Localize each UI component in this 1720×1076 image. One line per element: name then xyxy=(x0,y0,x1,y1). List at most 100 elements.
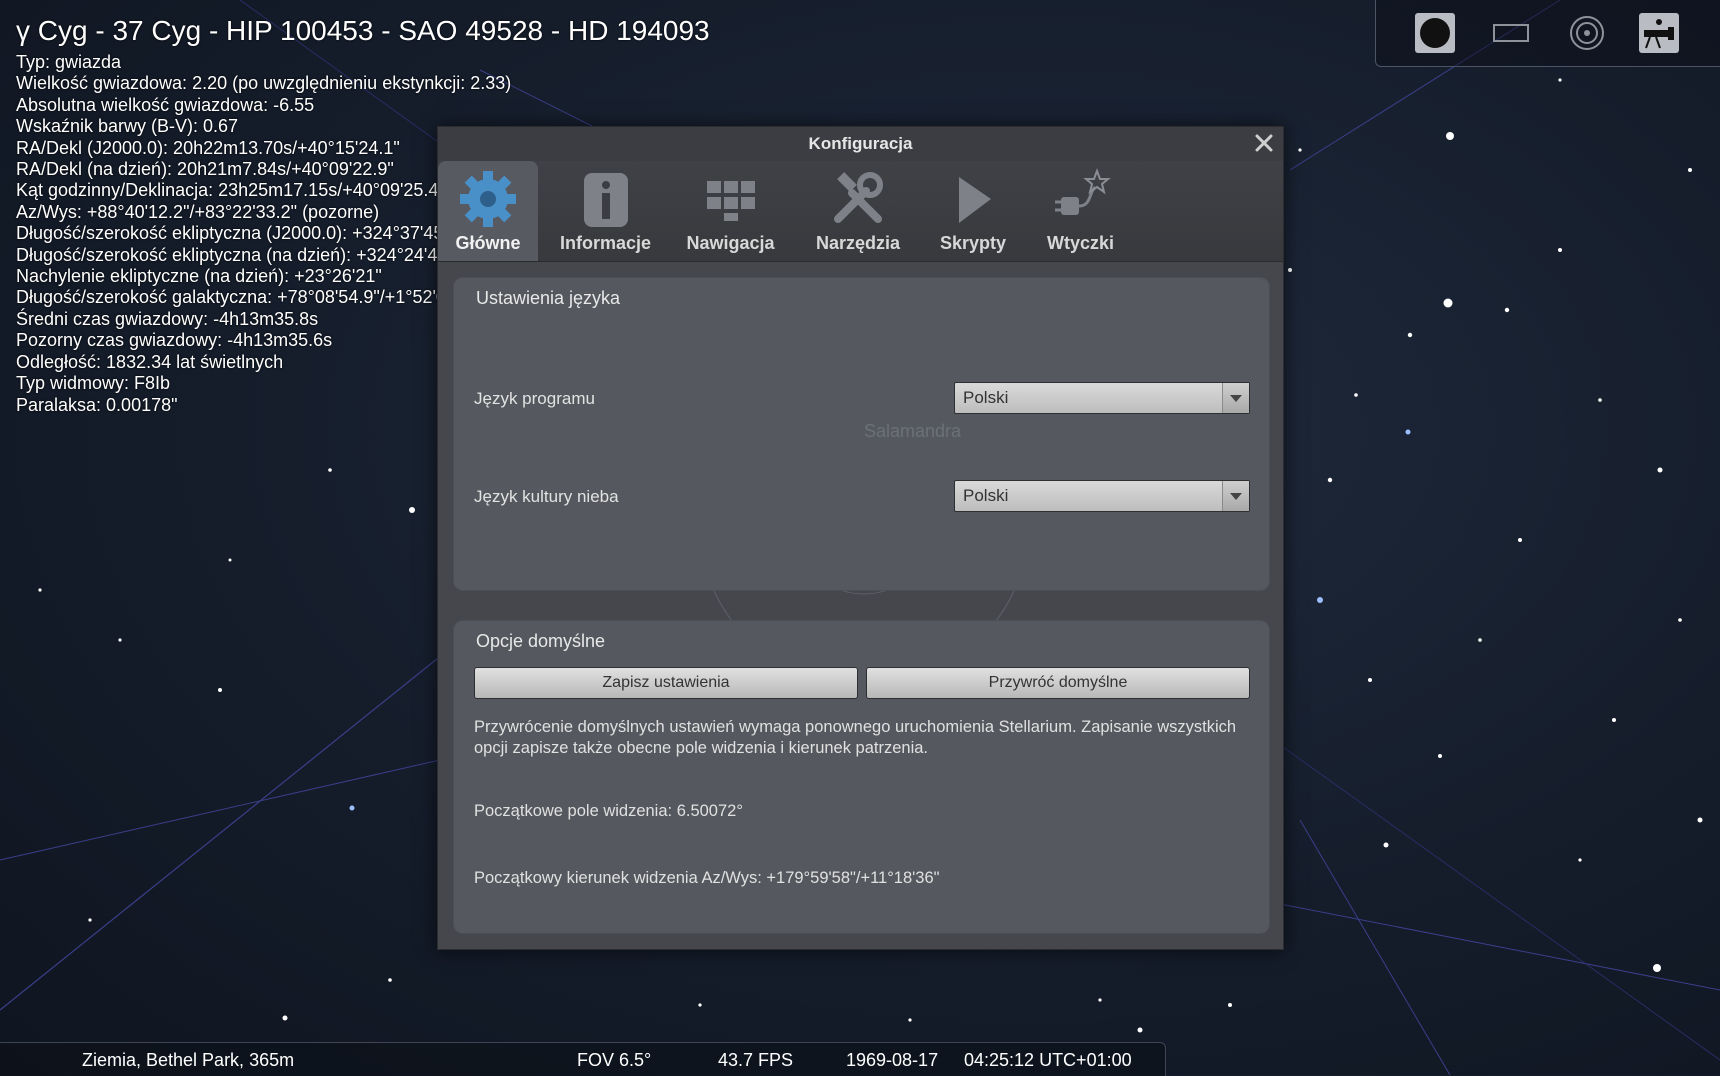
constellation-line xyxy=(1259,899,1720,991)
star xyxy=(1298,148,1302,152)
sky-culture-language-label: Język kultury nieba xyxy=(474,487,619,506)
info-absolute-magnitude: Absolutna wielkość gwiazdowa: -6.55 xyxy=(16,94,315,115)
star xyxy=(1446,132,1454,140)
time-text[interactable]: 04:25:12 UTC+01:00 xyxy=(964,1050,1132,1071)
configuration-dialog: Konfiguracja Główne Informacje Nawigacja… xyxy=(437,126,1284,950)
info-magnitude: Wielkość gwiazdowa: 2.20 (po uwzględnien… xyxy=(16,73,512,94)
telescope-icon xyxy=(1639,13,1679,53)
star xyxy=(1653,964,1661,972)
star xyxy=(698,1003,702,1007)
star xyxy=(118,638,122,642)
star xyxy=(1518,538,1522,542)
tab-bar: Główne Informacje Nawigacja Narzędzia Sk… xyxy=(438,161,1283,262)
star xyxy=(1443,298,1453,308)
select-value: Polski xyxy=(963,486,1009,505)
keyboard-icon xyxy=(706,181,755,221)
ocular-button[interactable] xyxy=(1566,12,1608,54)
star xyxy=(1098,998,1102,1002)
star xyxy=(328,468,332,472)
restore-note: Przywrócenie domyślnych ustawień wymaga … xyxy=(474,718,1237,757)
location-text[interactable]: Ziemia, Bethel Park, 365m xyxy=(82,1050,294,1071)
star xyxy=(1407,332,1413,338)
star xyxy=(228,558,232,562)
star xyxy=(1327,477,1333,483)
close-button[interactable] xyxy=(1253,132,1275,154)
constellation-line xyxy=(1299,819,1451,1075)
default-options-group: Opcje domyślne Zapisz ustawienia Przywró… xyxy=(453,620,1270,934)
star xyxy=(38,588,42,592)
info-type: Typ: gwiazda xyxy=(16,52,122,72)
telescope-button[interactable] xyxy=(1638,12,1680,54)
group-title: Opcje domyślne xyxy=(476,631,606,651)
tab-label: Wtyczki xyxy=(1046,233,1115,253)
ocular-icon xyxy=(1570,16,1604,50)
star xyxy=(1558,78,1562,82)
window-mode-button[interactable] xyxy=(1490,12,1532,54)
top-toolbar xyxy=(1375,0,1720,67)
initial-direction-text: Początkowy kierunek widzenia Az/Wys: +17… xyxy=(474,869,940,887)
plug-icon xyxy=(1054,168,1111,215)
restore-defaults-button[interactable]: Przywróć domyślne xyxy=(866,667,1250,699)
program-language-label: Język programu xyxy=(474,389,595,408)
fps-text: 43.7 FPS xyxy=(718,1050,794,1070)
status-bar: Ziemia, Bethel Park, 365m FOV 6.5° 43.7 … xyxy=(0,1042,1166,1076)
chevron-down-icon xyxy=(1222,481,1249,511)
language-settings-group: Ustawienia języka Język programu Polski … xyxy=(453,277,1270,591)
fov-text: FOV 6.5° xyxy=(577,1050,652,1070)
star xyxy=(1688,168,1692,172)
constellation-label-salamandra: Salamandra xyxy=(864,421,962,441)
star xyxy=(1317,597,1323,603)
tab-scripts[interactable]: Skrypty xyxy=(923,161,1023,261)
tools-icon xyxy=(834,172,883,223)
star xyxy=(1228,1003,1232,1007)
tab-label: Główne xyxy=(455,233,521,253)
star xyxy=(409,507,415,513)
gear-icon xyxy=(460,171,516,227)
star xyxy=(1368,678,1372,682)
star xyxy=(1288,268,1292,272)
star xyxy=(1383,842,1389,848)
tab-information[interactable]: Informacje xyxy=(548,161,663,261)
star xyxy=(349,805,355,811)
date-text[interactable]: 1969-08-17 xyxy=(846,1050,938,1071)
star xyxy=(1504,307,1510,313)
program-language-select[interactable]: Polski xyxy=(954,382,1250,414)
star xyxy=(388,978,392,982)
star xyxy=(1598,398,1602,402)
star xyxy=(1678,618,1682,622)
tab-plugins[interactable]: Wtyczki xyxy=(1028,161,1133,261)
close-icon xyxy=(1255,134,1273,152)
star xyxy=(88,918,92,922)
star xyxy=(1438,754,1442,758)
group-title: Ustawienia języka xyxy=(476,288,621,308)
star xyxy=(1612,718,1616,722)
info-icon xyxy=(583,173,628,227)
tab-label: Skrypty xyxy=(939,233,1007,253)
star xyxy=(1578,858,1582,862)
tab-tools[interactable]: Narzędzia xyxy=(798,161,918,261)
object-title: γ Cyg - 37 Cyg - HIP 100453 - SAO 49528 … xyxy=(16,15,710,46)
star xyxy=(1137,1027,1143,1033)
chevron-down-icon xyxy=(1222,383,1249,413)
dialog-title[interactable]: Konfiguracja xyxy=(438,127,1283,161)
save-settings-button[interactable]: Zapisz ustawienia xyxy=(474,667,858,699)
star xyxy=(1657,467,1663,473)
sky-culture-language-select[interactable]: Polski xyxy=(954,480,1250,512)
rectangle-icon xyxy=(1493,24,1529,42)
tab-navigation[interactable]: Nawigacja xyxy=(673,161,788,261)
star xyxy=(908,1018,912,1022)
star xyxy=(1558,248,1562,252)
star xyxy=(1697,817,1703,823)
circle-icon xyxy=(1415,13,1455,53)
star xyxy=(1354,393,1358,397)
select-value: Polski xyxy=(963,388,1009,407)
play-icon xyxy=(959,177,991,223)
tab-label: Nawigacja xyxy=(686,233,775,253)
star xyxy=(218,688,222,692)
star xyxy=(282,1015,288,1021)
tab-main[interactable]: Główne xyxy=(438,161,538,261)
star xyxy=(1405,429,1411,435)
tab-label: Narzędzia xyxy=(815,233,901,253)
full-screen-button[interactable] xyxy=(1414,12,1456,54)
initial-fov-text: Początkowe pole widzenia: 6.50072° xyxy=(474,802,743,820)
